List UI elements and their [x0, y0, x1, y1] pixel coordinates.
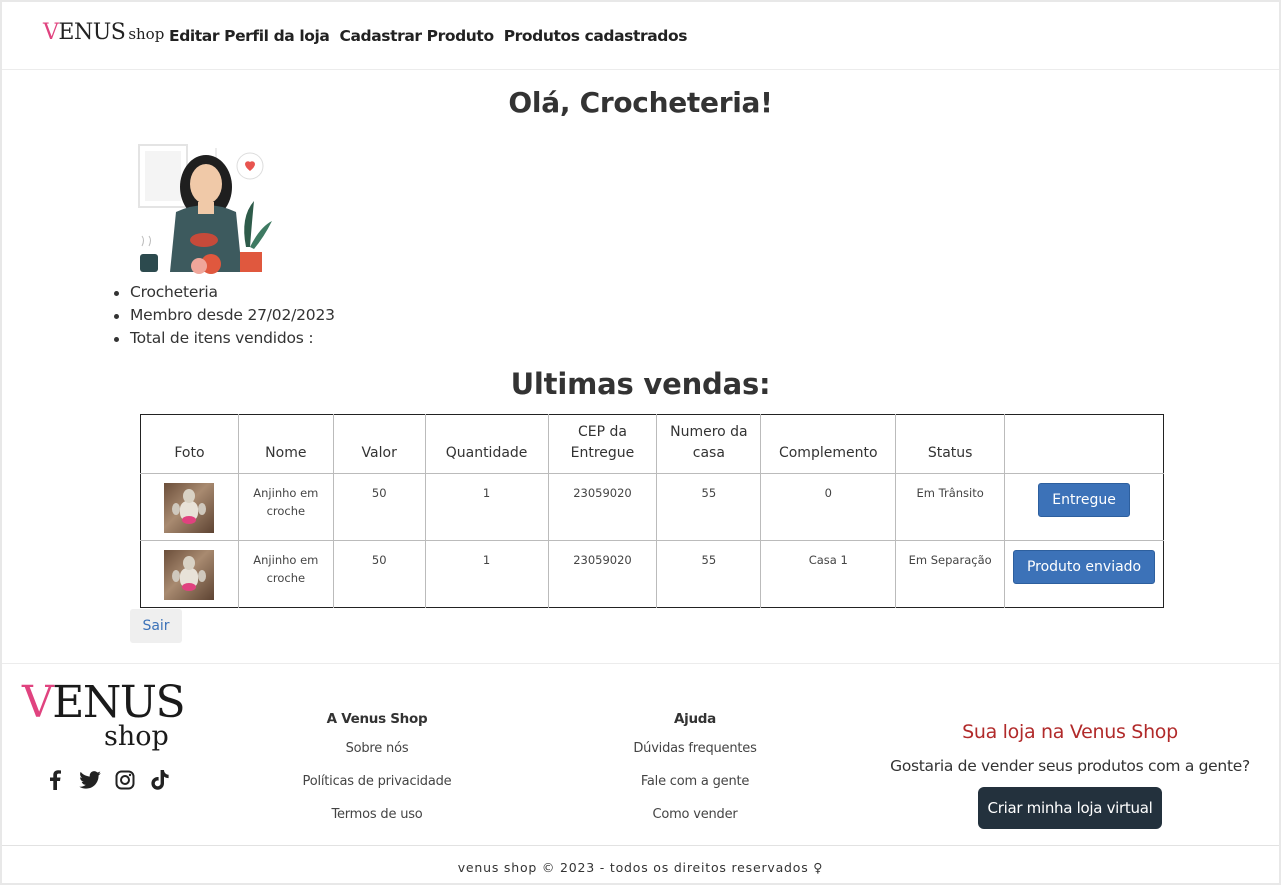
nav-edit-profile[interactable]: Editar Perfil da loja — [169, 27, 330, 45]
instagram-icon[interactable] — [114, 769, 136, 791]
footer-link-contact[interactable]: Fale com a gente — [597, 772, 793, 805]
table-row: Anjinho em croche 50 1 23059020 55 Casa … — [140, 540, 1164, 608]
cta-text: Gostaria de vender seus produtos com a g… — [890, 757, 1250, 775]
product-name: Anjinho em croche — [237, 473, 334, 541]
create-store-button[interactable]: Criar minha loja virtual — [977, 787, 1163, 829]
mark-delivered-button[interactable]: Entregue — [1038, 483, 1130, 517]
house-number: 55 — [656, 473, 762, 541]
sales-table: Foto Nome Valor Quantidade CEP da Entreg… — [140, 414, 1164, 608]
logout-button[interactable]: Sair — [130, 609, 182, 643]
store-info-list: Crocheteria Membro desde 27/02/2023 Tota… — [112, 281, 335, 350]
cta-title: Sua loja na Venus Shop — [962, 721, 1178, 743]
order-status: Em Trânsito — [895, 473, 1006, 541]
product-photo-cell — [140, 473, 239, 541]
footer-link-faq[interactable]: Dúvidas frequentes — [597, 739, 793, 772]
social-links — [44, 769, 171, 791]
store-name: Crocheteria — [112, 281, 335, 304]
address-complement: Casa 1 — [760, 540, 897, 608]
sales-section-title: Ultimas vendas: — [510, 367, 771, 401]
footer-cta: Sua loja na Venus Shop Gostaria de vende… — [870, 721, 1270, 829]
action-cell: Entregue — [1004, 473, 1164, 541]
footer-link-privacy[interactable]: Políticas de privacidade — [282, 772, 472, 805]
footer-logo: VENUS shop — [22, 678, 212, 758]
store-illustration — [138, 144, 272, 274]
footer-col-help-title: Ajuda — [674, 711, 716, 727]
footer-link-about-us[interactable]: Sobre nós — [282, 739, 472, 772]
site-footer: VENUS shop A Venus Shop Sobre nós Políti… — [2, 663, 1279, 846]
footer-link-how-to-sell[interactable]: Como vender — [597, 805, 793, 838]
nav-register-product[interactable]: Cadastrar Produto — [339, 27, 494, 45]
product-value: 50 — [332, 473, 426, 541]
action-cell: Produto enviado — [1004, 540, 1164, 608]
product-photo-cell — [140, 540, 239, 608]
product-value: 50 — [332, 540, 426, 608]
brand-logo-sub: shop — [128, 25, 165, 43]
footer-logo-sub: shop — [104, 721, 169, 752]
header-foto: Foto — [140, 414, 239, 474]
header-nome: Nome — [237, 414, 334, 474]
page-title: Olá, Crocheteria! — [508, 86, 773, 119]
header-numero: Numero da casa — [656, 414, 762, 474]
header-quantidade: Quantidade — [424, 414, 549, 474]
nav-registered-products[interactable]: Produtos cadastrados — [504, 27, 688, 45]
footer-col-about: A Venus Shop Sobre nós Políticas de priv… — [282, 711, 472, 838]
header-status: Status — [895, 414, 1006, 474]
copyright-text: venus shop © 2023 - todos os direitos re… — [457, 860, 824, 875]
header-action — [1004, 414, 1164, 474]
facebook-icon[interactable] — [44, 769, 66, 791]
header-valor: Valor — [332, 414, 426, 474]
product-name: Anjinho em croche — [237, 540, 334, 608]
delivery-cep: 23059020 — [547, 540, 658, 608]
product-sent-button[interactable]: Produto enviado — [1012, 550, 1156, 584]
product-quantity: 1 — [424, 540, 549, 608]
delivery-cep: 23059020 — [547, 473, 658, 541]
product-quantity: 1 — [424, 473, 549, 541]
brand-logo-text: VENUS — [43, 20, 126, 45]
table-row: Anjinho em croche 50 1 23059020 55 0 Em … — [140, 473, 1164, 541]
header-complemento: Complemento — [760, 414, 897, 474]
footer-col-about-title: A Venus Shop — [326, 711, 428, 727]
table-header-row: Foto Nome Valor Quantidade CEP da Entreg… — [140, 414, 1164, 474]
member-since: Membro desde 27/02/2023 — [112, 304, 335, 327]
house-number: 55 — [656, 540, 762, 608]
footer-col-help: Ajuda Dúvidas frequentes Fale com a gent… — [597, 711, 793, 838]
total-items-sold: Total de itens vendidos : — [112, 327, 335, 350]
footer-link-terms[interactable]: Termos de uso — [282, 805, 472, 838]
nav-links: Editar Perfil da loja Cadastrar Produto … — [169, 27, 687, 45]
product-thumbnail — [164, 550, 215, 600]
twitter-icon[interactable] — [79, 769, 101, 791]
header-cep: CEP da Entregue — [547, 414, 658, 474]
brand-logo[interactable]: VENUS shop — [43, 20, 164, 45]
tiktok-icon[interactable] — [149, 769, 171, 791]
address-complement: 0 — [760, 473, 897, 541]
order-status: Em Separação — [895, 540, 1006, 608]
top-navbar: VENUS shop Editar Perfil da loja Cadastr… — [2, 2, 1279, 70]
product-thumbnail — [164, 483, 215, 533]
